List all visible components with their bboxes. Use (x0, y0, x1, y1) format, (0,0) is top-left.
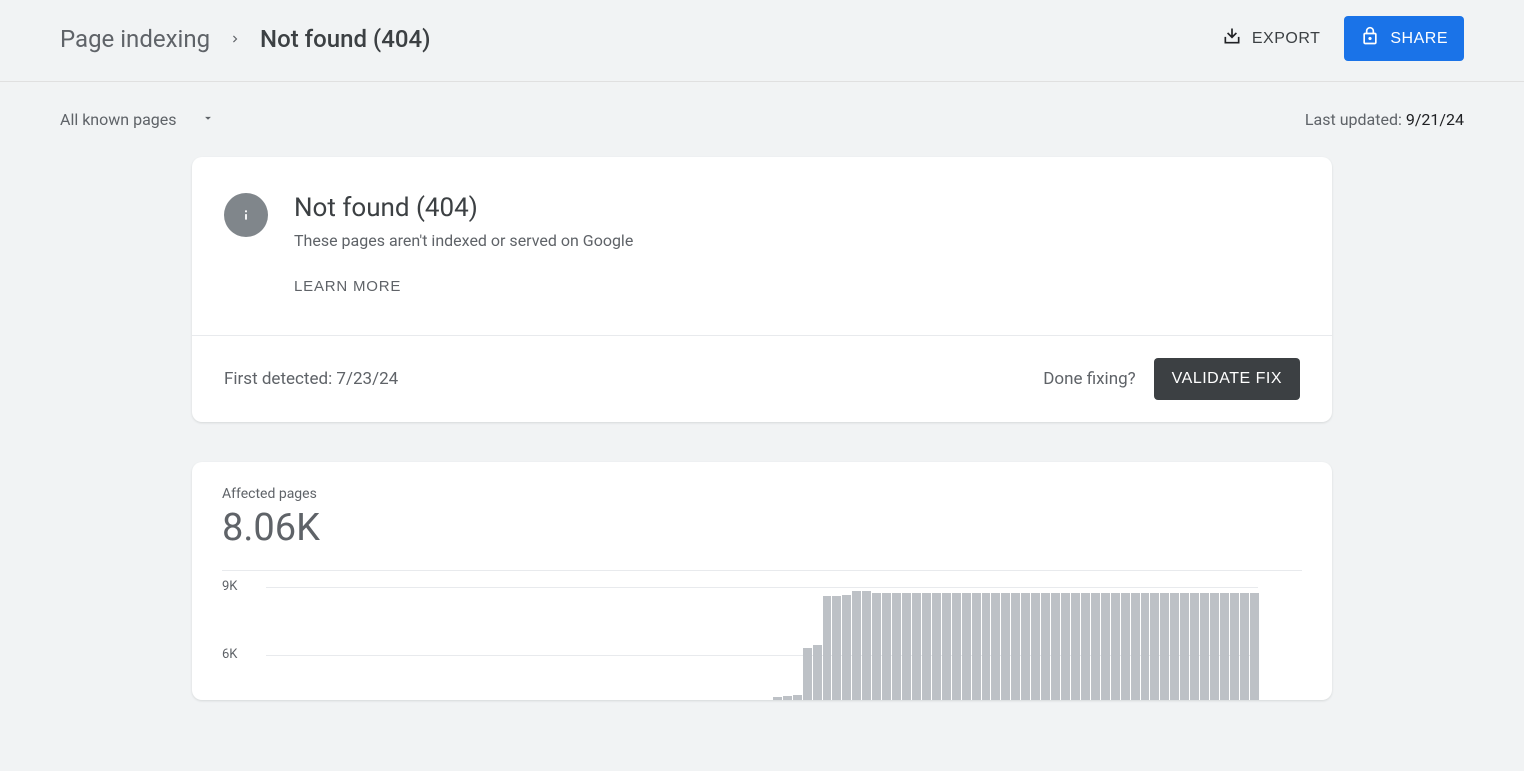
chart-bar (1170, 593, 1179, 700)
y-tick-9k: 9K (222, 579, 237, 594)
subheader: All known pages Last updated: 9/21/24 (0, 82, 1524, 157)
issue-card: Not found (404) These pages aren't index… (192, 157, 1332, 422)
chart-bar (1190, 593, 1199, 700)
chart-bar (1230, 593, 1239, 700)
chevron-right-icon (228, 32, 242, 46)
chart-bar (823, 596, 832, 700)
chart-bar (1240, 593, 1249, 700)
lock-icon (1360, 26, 1380, 51)
issue-card-top: Not found (404) These pages aren't index… (192, 157, 1332, 335)
chart-bar (1011, 593, 1020, 700)
done-fixing-label: Done fixing? (1043, 369, 1135, 389)
chart-bar (1131, 593, 1140, 700)
chart-bar (882, 593, 891, 700)
chart-bar (803, 648, 812, 700)
issue-subtitle: These pages aren't indexed or served on … (294, 231, 633, 250)
chart-plot (266, 571, 1258, 700)
first-detected-label: First detected: (224, 369, 336, 389)
chart-bar (1250, 593, 1259, 700)
y-tick-6k: 6K (222, 647, 237, 662)
chart-bar (952, 593, 961, 700)
last-updated: Last updated: 9/21/24 (1305, 110, 1464, 129)
chart-bar (1220, 593, 1229, 700)
chart-bar (1150, 593, 1159, 700)
chart-bar (1031, 593, 1040, 700)
breadcrumb-parent[interactable]: Page indexing (60, 25, 210, 53)
chart-area: 9K 6K (222, 570, 1302, 700)
page-header: Page indexing Not found (404) EXPORT SHA… (0, 0, 1524, 82)
filter-dropdown[interactable]: All known pages (60, 110, 215, 129)
chart-bar (991, 593, 1000, 700)
chart-bar (1111, 593, 1120, 700)
learn-more-button[interactable]: LEARN MORE (294, 278, 401, 295)
chart-bar (813, 645, 822, 700)
chart-bar (982, 593, 991, 700)
chart-bar (1021, 593, 1030, 700)
breadcrumb-current: Not found (404) (260, 25, 431, 53)
export-label: EXPORT (1252, 30, 1321, 48)
fix-group: Done fixing? VALIDATE FIX (1043, 358, 1300, 400)
chart-bar (1091, 593, 1100, 700)
issue-text: Not found (404) These pages aren't index… (294, 193, 633, 295)
chart-bar (852, 591, 861, 700)
filter-label: All known pages (60, 110, 177, 129)
chart-bar (773, 697, 782, 700)
validate-fix-button[interactable]: VALIDATE FIX (1154, 358, 1300, 400)
chart-bar (922, 593, 931, 700)
chart-bar (932, 593, 941, 700)
chart-bar (1210, 593, 1219, 700)
caret-down-icon (201, 110, 215, 129)
chart-bar (1200, 593, 1209, 700)
chart-bar (872, 593, 881, 700)
chart-bar (892, 593, 901, 700)
export-button[interactable]: EXPORT (1218, 18, 1325, 59)
chart-bar (1180, 593, 1189, 700)
header-actions: EXPORT SHARE (1218, 16, 1464, 61)
first-detected: First detected: 7/23/24 (224, 369, 398, 389)
chart-card: Affected pages 8.06K 9K 6K (192, 462, 1332, 700)
chart-metric-value: 8.06K (222, 506, 1302, 550)
last-updated-label: Last updated: (1305, 110, 1406, 129)
chart-bar (1041, 593, 1050, 700)
chart-metric-label: Affected pages (222, 486, 1302, 502)
info-icon (224, 193, 268, 237)
chart-bar (1081, 593, 1090, 700)
share-button[interactable]: SHARE (1344, 16, 1464, 61)
chart-bar (942, 593, 951, 700)
chart-bar (1051, 593, 1060, 700)
issue-card-bottom: First detected: 7/23/24 Done fixing? VAL… (192, 335, 1332, 422)
chart-bar (1121, 593, 1130, 700)
chart-bar (793, 695, 802, 700)
first-detected-date: 7/23/24 (336, 369, 398, 389)
chart-bars (266, 580, 1258, 700)
download-icon (1222, 26, 1242, 51)
chart-bar (1160, 593, 1169, 700)
chart-bar (1101, 593, 1110, 700)
breadcrumb: Page indexing Not found (404) (60, 25, 431, 53)
last-updated-date: 9/21/24 (1406, 110, 1464, 129)
chart-bar (1071, 593, 1080, 700)
issue-title: Not found (404) (294, 193, 633, 223)
chart-bar (962, 593, 971, 700)
chart-bar (902, 593, 911, 700)
chart-bar (972, 593, 981, 700)
share-label: SHARE (1390, 30, 1448, 48)
chart-bar (1061, 593, 1070, 700)
chart-bar (912, 593, 921, 700)
chart-bar (1141, 593, 1150, 700)
chart-bar (842, 595, 851, 700)
chart-bar (1001, 593, 1010, 700)
chart-bar (862, 591, 871, 700)
chart-bar (783, 696, 792, 700)
chart-bar (832, 596, 841, 700)
